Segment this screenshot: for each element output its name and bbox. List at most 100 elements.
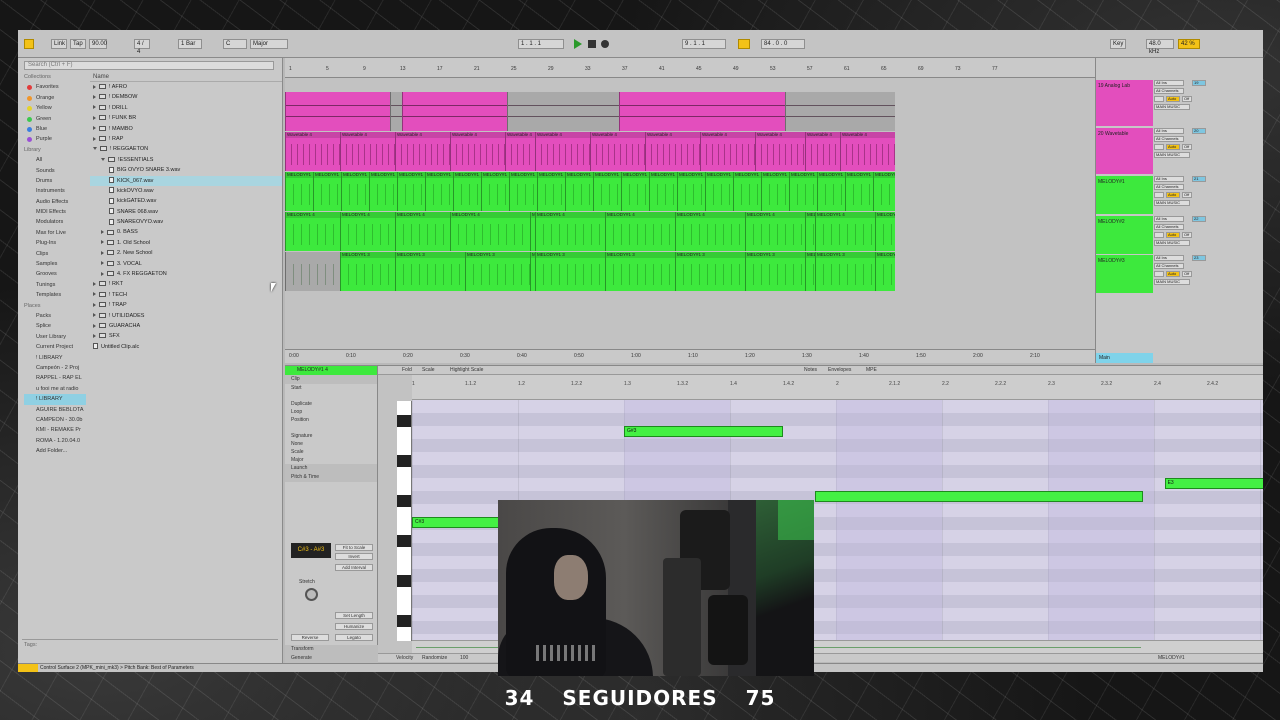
- midi-note[interactable]: G#3: [624, 426, 783, 437]
- key-map-button[interactable]: Key: [1110, 39, 1126, 49]
- arrangement-clip[interactable]: [402, 92, 507, 131]
- velocity-value[interactable]: 100: [460, 655, 468, 661]
- mixer-control[interactable]: MAIN MUSIC: [1154, 239, 1190, 246]
- folder-item[interactable]: 0. BASS: [90, 227, 282, 237]
- tempo-field[interactable]: 90.00: [89, 39, 107, 49]
- arrangement-clip[interactable]: MELODY#1 3: [395, 252, 465, 291]
- mixer-control[interactable]: All Ins: [1154, 128, 1184, 134]
- folder-item[interactable]: SFX: [90, 331, 282, 341]
- file-item[interactable]: kickGATED.wav: [90, 196, 282, 206]
- mixer-control[interactable]: 22: [1192, 215, 1206, 222]
- disclosure-icon[interactable]: [93, 333, 96, 338]
- tab-envelopes[interactable]: Envelopes: [828, 367, 851, 373]
- piano-roll-ruler[interactable]: 1 1.1.2 1.2 1.2.2 1.3 1.3.2 1.4 1.4.2 2 2.1.2 2.2 2…: [412, 375, 1263, 400]
- folder-item[interactable]: 4. FX REGGAETON: [90, 269, 282, 279]
- mixer-control[interactable]: Auto: [1166, 96, 1180, 102]
- mixer-control[interactable]: [1154, 271, 1164, 277]
- disclosure-icon[interactable]: [93, 323, 96, 328]
- folder-item[interactable]: ! DEMBOW: [90, 92, 282, 102]
- places-item[interactable]: User Library: [24, 332, 86, 342]
- piano-keyboard[interactable]: [397, 401, 412, 641]
- main-track[interactable]: Main: [1096, 353, 1153, 363]
- mixer-control[interactable]: 20: [1192, 128, 1206, 134]
- scale-button[interactable]: Scale: [422, 367, 435, 373]
- library-item[interactable]: Sounds: [24, 166, 86, 176]
- mixer-control[interactable]: Off: [1182, 231, 1192, 238]
- disclosure-icon[interactable]: [93, 313, 96, 318]
- reverse-button[interactable]: Reverse: [291, 634, 329, 641]
- folder-item[interactable]: ! TRAP: [90, 300, 282, 310]
- arrangement-clip[interactable]: MELODY#1: [565, 172, 593, 211]
- arrangement-clip[interactable]: MELODY#1 3: [535, 252, 605, 291]
- randomize-button[interactable]: Randomize: [422, 655, 447, 661]
- disclosure-icon[interactable]: [93, 136, 96, 141]
- folder-item[interactable]: ! RAP: [90, 134, 282, 144]
- groove-value[interactable]: None: [285, 440, 377, 448]
- arrangement-clip[interactable]: [285, 92, 390, 131]
- track-lane[interactable]: Wavetable 4 Wavetable 4 Wavetable 4 Wavetab…: [285, 132, 1095, 171]
- scale-mode-select[interactable]: Major: [285, 456, 377, 464]
- arrangement-clip[interactable]: MELODY#1: [313, 172, 341, 211]
- arrangement-clip[interactable]: [285, 252, 340, 291]
- places-item[interactable]: CAMPEON - 30.0b: [24, 415, 86, 425]
- arrangement-clip[interactable]: MELODY#1 4: [285, 212, 340, 251]
- mixer-control[interactable]: All Channels: [1154, 88, 1184, 94]
- disclosure-icon[interactable]: [101, 250, 104, 255]
- set-length-button[interactable]: Set Length: [335, 612, 373, 619]
- midi-note[interactable]: E3: [1164, 478, 1263, 489]
- track-lane[interactable]: MELODY#1 MELODY#1 MELODY#1 MELODY#1 MELODY#1…: [285, 172, 1095, 211]
- disclosure-icon[interactable]: [93, 115, 96, 120]
- arrangement-clip[interactable]: MELODY#1 4: [340, 212, 395, 251]
- arrangement-clip[interactable]: MELODY#1 3: [805, 252, 815, 291]
- library-item[interactable]: MIDI Effects: [24, 207, 86, 217]
- track-lane[interactable]: MELODY#1 4 MELODY#1 4 MELODY#1 4 MELODY#1 4…: [285, 212, 1095, 251]
- stretch-knob[interactable]: [305, 588, 318, 601]
- disclosure-icon[interactable]: [93, 281, 96, 286]
- arrangement-clip[interactable]: MELODY#1: [481, 172, 509, 211]
- folder-item[interactable]: ! AFRO: [90, 82, 282, 92]
- mixer-control[interactable]: All Channels: [1154, 263, 1184, 269]
- file-item[interactable]: kickOVYO.wav: [90, 186, 282, 196]
- folder-item[interactable]: !ESSENTIALS: [90, 155, 282, 165]
- mixer-control[interactable]: Auto: [1166, 271, 1180, 277]
- arrangement-clip[interactable]: MELODY#1 4: [815, 212, 875, 251]
- pitch-time-section[interactable]: Pitch & Time: [285, 473, 377, 482]
- arrangement-clip[interactable]: MELODY#1 4: [745, 212, 805, 251]
- disclosure-icon[interactable]: [93, 302, 96, 307]
- mixer-control[interactable]: Auto: [1166, 231, 1180, 238]
- duplicate-button[interactable]: Duplicate: [285, 400, 377, 408]
- collection-blue[interactable]: Blue: [24, 124, 86, 134]
- arrangement-clip[interactable]: Wavetable 4: [395, 132, 450, 171]
- mixer-control[interactable]: Off: [1182, 144, 1192, 150]
- arrangement-clip[interactable]: MELODY#1 4: [675, 212, 745, 251]
- arrangement-clip[interactable]: MELODY#1 3: [340, 252, 395, 291]
- mixer-control[interactable]: 19: [1192, 80, 1206, 86]
- places-item[interactable]: Current Project: [24, 342, 86, 352]
- tab-mpe[interactable]: MPE: [866, 367, 877, 373]
- arrangement-clip[interactable]: MELODY#1: [677, 172, 705, 211]
- loop-toggle[interactable]: Loop: [285, 408, 377, 416]
- arrangement-clip[interactable]: Wavetable 4: [755, 132, 805, 171]
- play-icon[interactable]: [574, 39, 582, 49]
- loop-start-field[interactable]: 9 . 1 . 1: [682, 39, 726, 49]
- collection-green[interactable]: Green: [24, 114, 86, 124]
- generate-section[interactable]: Generate: [285, 654, 378, 663]
- arrangement-clip[interactable]: Wavetable 4: [285, 132, 340, 171]
- beat-ruler[interactable]: 1 5 9 13 17 21 25 29 33 37 41 45 49 53 57 61 65 69 73 77: [285, 58, 1095, 78]
- add-interval-button[interactable]: Add Interval: [335, 564, 373, 571]
- tab-notes[interactable]: Notes: [804, 367, 817, 373]
- places-item[interactable]: AGUIRE BEBLOTA: [24, 405, 86, 415]
- humanize-button[interactable]: Humanize: [335, 623, 373, 630]
- clip-name-field[interactable]: MELODY#1 4: [285, 366, 377, 375]
- folder-item[interactable]: ! DRILL: [90, 103, 282, 113]
- mixer-control[interactable]: All Ins: [1154, 255, 1184, 261]
- arrangement-clip[interactable]: MELODY#1: [425, 172, 453, 211]
- arrangement-clip[interactable]: MELODY#1: [817, 172, 845, 211]
- arrangement-clip[interactable]: MELODY#1 4: [535, 212, 605, 251]
- arrangement-clip[interactable]: MELODY#1: [285, 172, 313, 211]
- places-item[interactable]: u fooi me at radio: [24, 384, 86, 394]
- stop-icon[interactable]: [588, 40, 596, 48]
- folder-item[interactable]: ! TECH: [90, 290, 282, 300]
- library-item[interactable]: Plug-Ins: [24, 238, 86, 248]
- library-item[interactable]: Clips: [24, 249, 86, 259]
